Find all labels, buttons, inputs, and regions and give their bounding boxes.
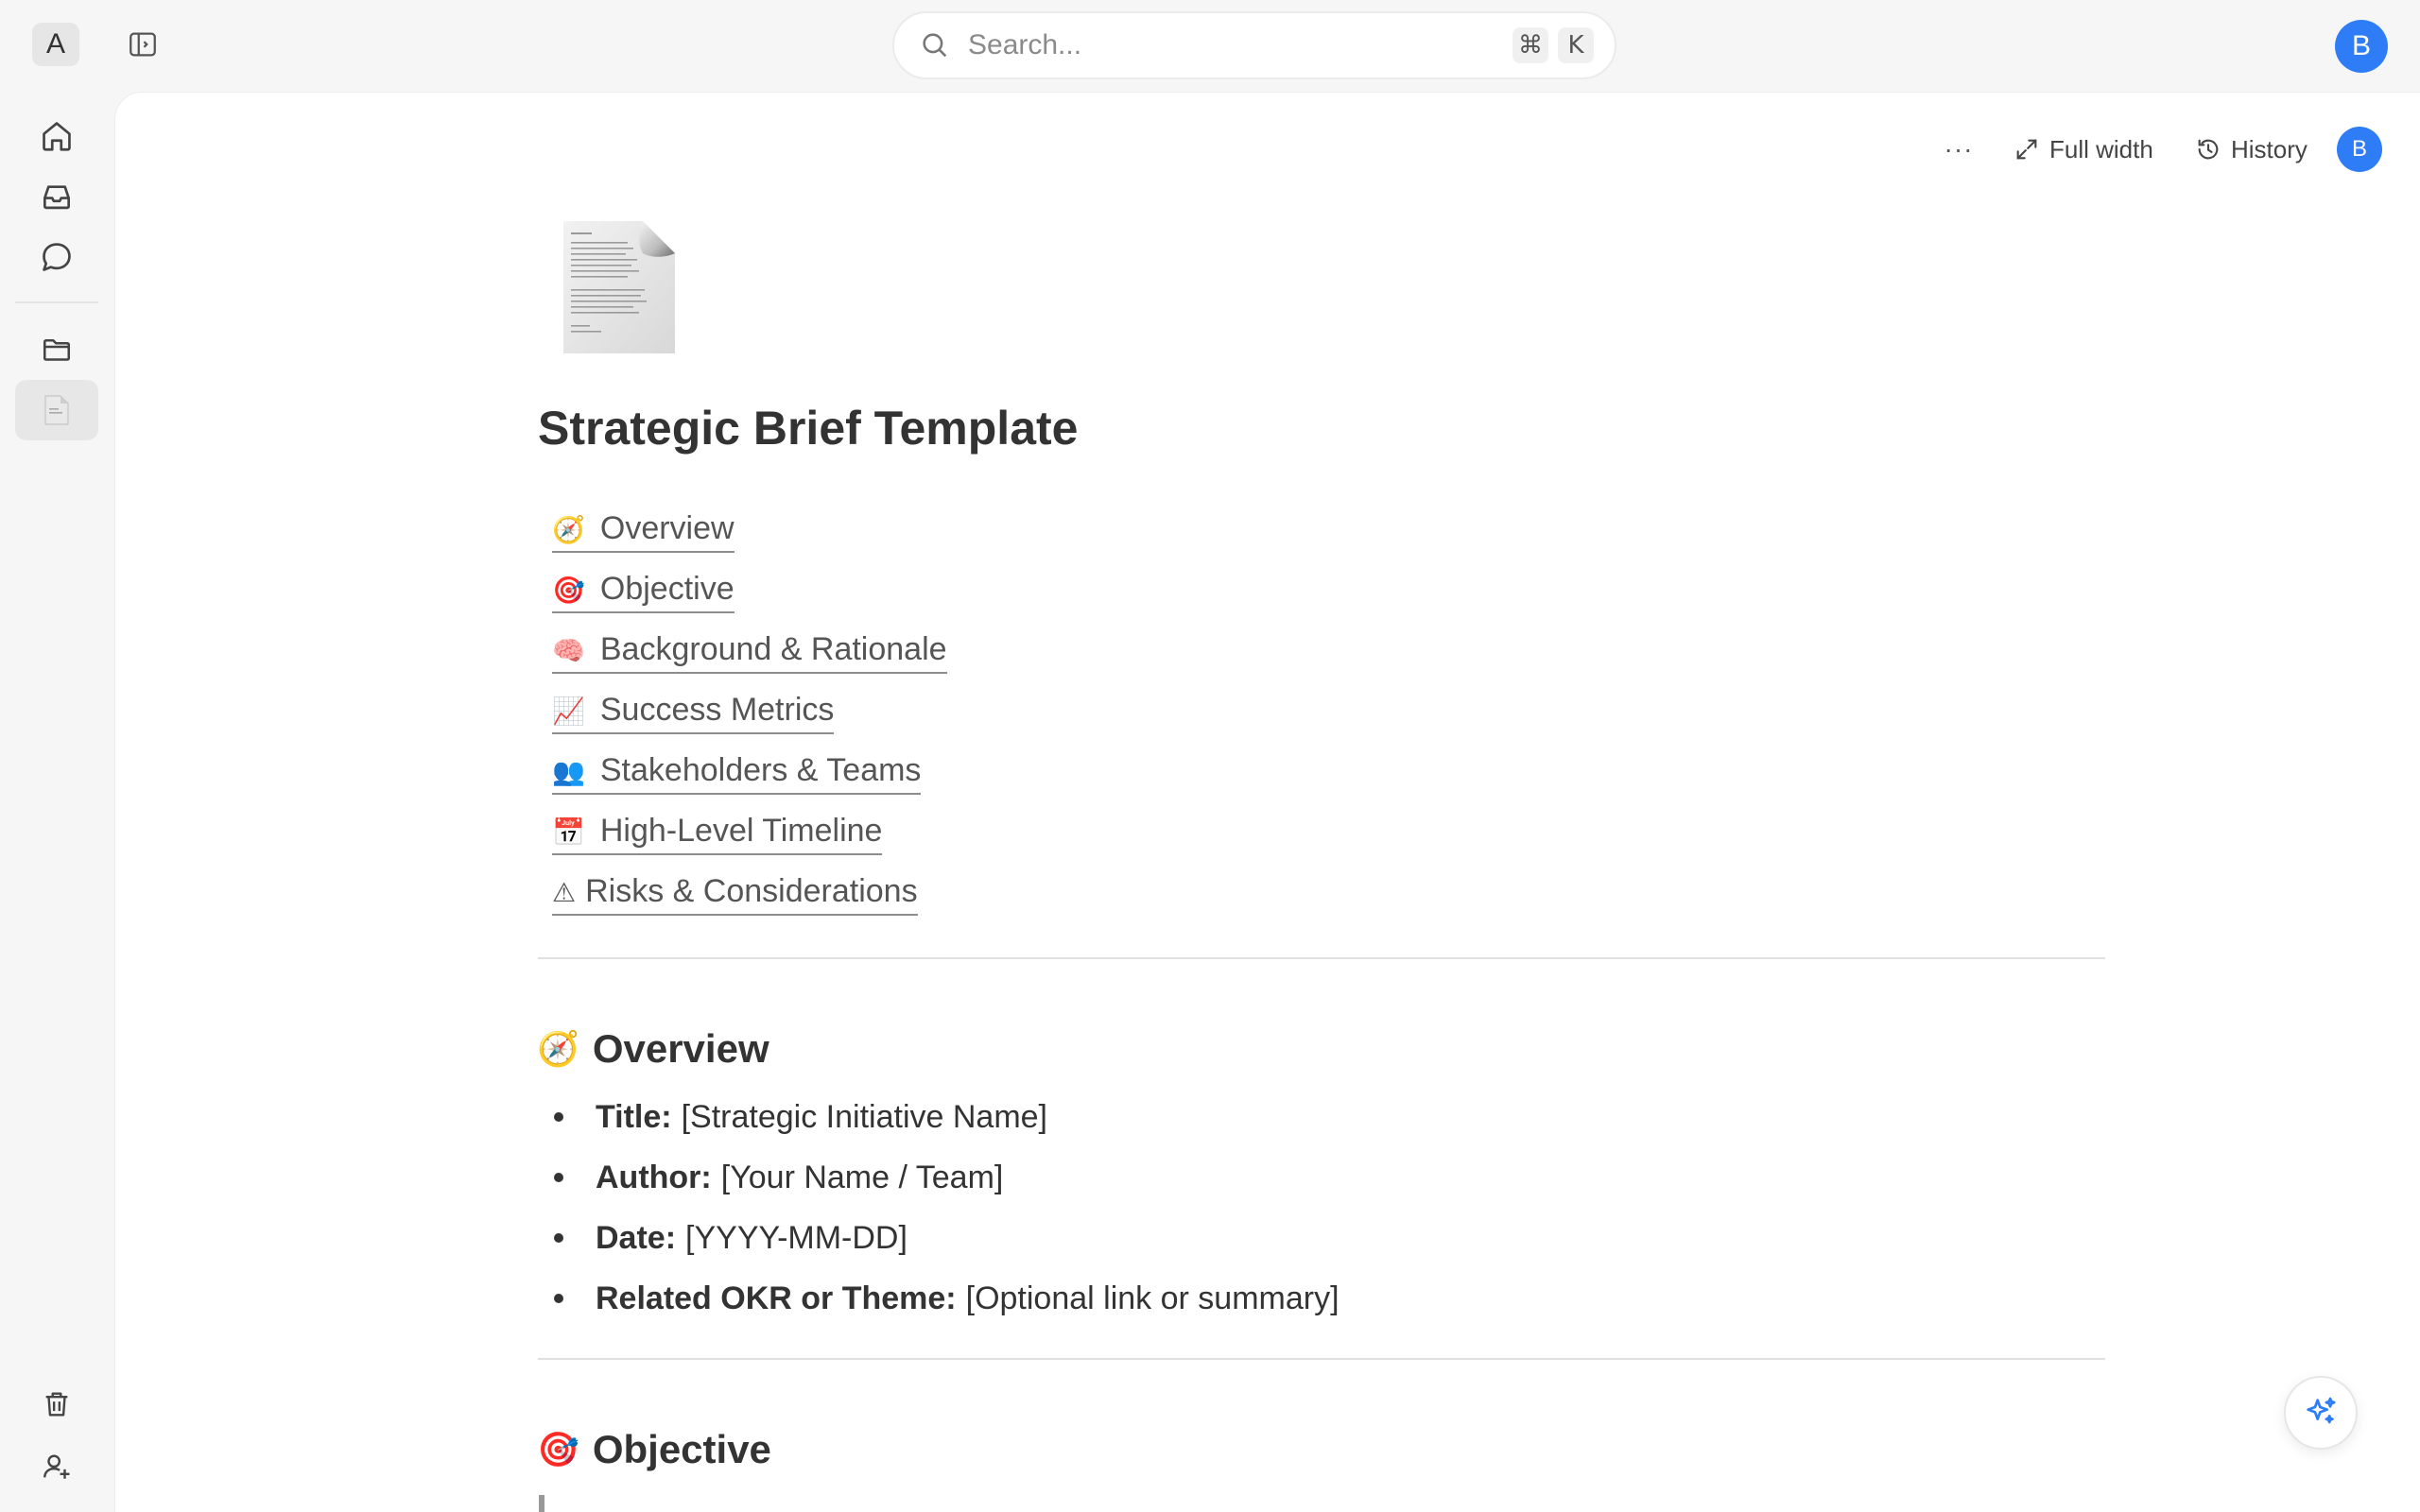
compass-icon: 🧭 <box>552 514 585 545</box>
workspace-switcher-button[interactable]: A <box>32 23 79 66</box>
list-item[interactable]: Title: [Strategic Initiative Name] <box>552 1087 1340 1147</box>
section-heading-label: Objective <box>592 1427 771 1471</box>
toc-link-overview[interactable]: 🧭 Overview <box>552 501 947 561</box>
sidebar-toggle-icon[interactable] <box>127 28 159 60</box>
target-icon: 🎯 <box>537 1431 579 1469</box>
calendar-icon: 📅 <box>552 816 585 848</box>
history-button[interactable]: History <box>2195 130 2308 168</box>
more-options-button[interactable]: ··· <box>1940 130 1978 168</box>
home-icon[interactable] <box>38 117 76 155</box>
history-label: History <box>2231 134 2308 163</box>
invite-user-icon[interactable] <box>38 1448 76 1486</box>
page-icon <box>38 391 76 429</box>
expand-icon <box>2016 139 2037 160</box>
bullet-dot <box>554 1112 563 1122</box>
table-of-contents: 🧭 Overview 🎯 Objective 🧠 Background & Ratio… <box>552 501 947 924</box>
divider <box>538 1358 2105 1360</box>
brain-icon: 🧠 <box>552 635 585 666</box>
warning-icon: ⚠ <box>552 877 577 908</box>
toc-link-label: Background & Rationale <box>599 631 947 667</box>
chart-increasing-icon: 📈 <box>552 696 585 727</box>
inbox-icon[interactable] <box>38 178 76 215</box>
toc-link-stakeholders[interactable]: 👥 Stakeholders & Teams <box>552 743 947 803</box>
list-item[interactable]: Date: [YYYY-MM-DD] <box>552 1208 1340 1268</box>
shortcut-k-key: K <box>1558 27 1594 63</box>
toc-link-risks[interactable]: ⚠ Risks & Considerations <box>552 864 947 924</box>
rail-divider <box>15 301 98 303</box>
bullet-dot <box>554 1233 563 1243</box>
toc-link-success-metrics[interactable]: 📈 Success Metrics <box>552 682 947 743</box>
list-item[interactable]: Related OKR or Theme: [Optional link or … <box>552 1268 1340 1329</box>
toc-link-label: High-Level Timeline <box>599 813 883 849</box>
full-width-button[interactable]: Full width <box>2014 130 2153 168</box>
page-title[interactable]: Strategic Brief Template <box>538 401 1078 455</box>
people-icon: 👥 <box>552 756 585 787</box>
quote-block-bar <box>539 1495 544 1512</box>
list-item-value: [Strategic Initiative Name] <box>681 1098 1047 1135</box>
bullet-dot <box>554 1173 563 1182</box>
list-item-value: [YYYY-MM-DD] <box>685 1219 908 1256</box>
toc-link-timeline[interactable]: 📅 High-Level Timeline <box>552 803 947 864</box>
sparkles-icon <box>2307 1397 2336 1424</box>
list-item-label: Related OKR or Theme: <box>596 1280 957 1316</box>
list-item-label: Author: <box>596 1159 712 1195</box>
target-icon: 🎯 <box>552 575 585 606</box>
full-width-label: Full width <box>2049 134 2153 163</box>
search-input[interactable] <box>968 29 1503 61</box>
compass-icon: 🧭 <box>537 1030 579 1069</box>
list-item-value: [Your Name / Team] <box>720 1159 1004 1195</box>
toc-link-label: Risks & Considerations <box>585 873 918 909</box>
toc-link-label: Objective <box>599 571 735 607</box>
history-icon <box>2198 139 2219 160</box>
toc-link-objective[interactable]: 🎯 Objective <box>552 561 947 622</box>
list-item-value: [Optional link or summary] <box>965 1280 1340 1316</box>
search-icon <box>923 33 947 58</box>
toc-link-background[interactable]: 🧠 Background & Rationale <box>552 622 947 682</box>
list-item-label: Title: <box>596 1098 672 1135</box>
toc-link-label: Stakeholders & Teams <box>599 752 922 788</box>
section-heading-overview[interactable]: 🧭 Overview <box>537 1026 769 1072</box>
ai-assistant-button[interactable] <box>2284 1376 2358 1450</box>
section-heading-label: Overview <box>592 1026 769 1071</box>
bullet-dot <box>554 1294 563 1303</box>
page-document-icon[interactable] <box>558 217 681 357</box>
chat-icon[interactable] <box>38 238 76 276</box>
trash-icon[interactable] <box>38 1385 76 1423</box>
list-item-label: Date: <box>596 1219 677 1256</box>
shortcut-command-key: ⌘ <box>1512 27 1548 63</box>
collaborator-avatar[interactable]: B <box>2337 127 2382 172</box>
toc-link-label: Success Metrics <box>599 692 835 728</box>
overview-list: Title: [Strategic Initiative Name] Autho… <box>552 1087 1340 1329</box>
divider <box>538 957 2105 959</box>
search-bar[interactable]: ⌘ K <box>892 11 1616 79</box>
user-avatar[interactable]: B <box>2335 20 2388 73</box>
list-item[interactable]: Author: [Your Name / Team] <box>552 1147 1340 1208</box>
toc-link-label: Overview <box>599 510 735 546</box>
section-heading-objective[interactable]: 🎯 Objective <box>537 1427 771 1472</box>
folder-icon[interactable] <box>38 331 76 369</box>
